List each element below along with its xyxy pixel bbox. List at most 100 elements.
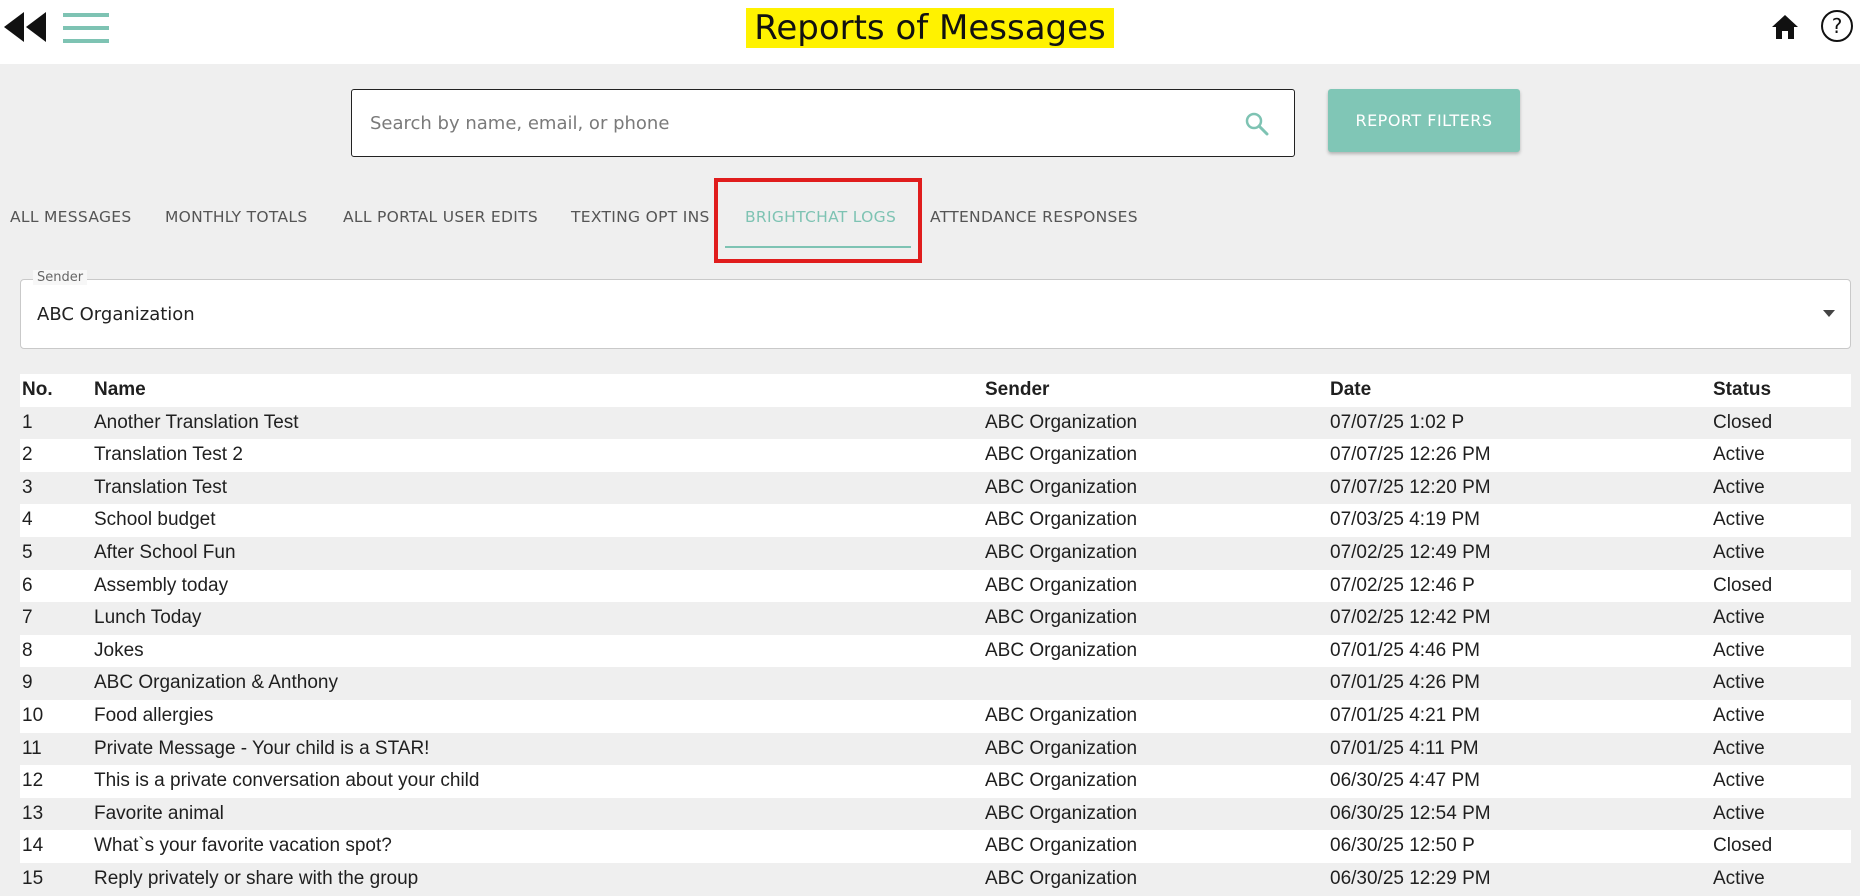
row-number: 2 <box>22 444 33 466</box>
message-sender: ABC Organization <box>985 835 1138 857</box>
row-number: 12 <box>22 770 44 792</box>
message-status: Active <box>1713 704 1765 726</box>
message-sender: ABC Organization <box>985 737 1138 759</box>
tab-texting-opt-ins[interactable]: TEXTING OPT INS <box>571 196 710 246</box>
message-sender: ABC Organization <box>985 411 1138 433</box>
message-status: Active <box>1713 672 1765 694</box>
message-status: Active <box>1713 737 1765 759</box>
message-name: Another Translation Test <box>94 411 299 433</box>
row-number: 10 <box>22 704 44 726</box>
tab-all-messages[interactable]: ALL MESSAGES <box>10 196 132 246</box>
row-number: 5 <box>22 541 33 563</box>
row-number: 3 <box>22 476 33 498</box>
message-date: 07/07/25 12:26 PM <box>1330 444 1491 466</box>
message-status: Active <box>1713 770 1765 792</box>
tab-monthly-totals[interactable]: MONTHLY TOTALS <box>165 196 307 246</box>
row-number: 4 <box>22 509 33 531</box>
row-number: 14 <box>22 835 44 857</box>
messages-table: No. Name Sender Date Status 1 Another Tra… <box>20 374 1851 896</box>
message-status: Active <box>1713 607 1765 629</box>
help-circle-icon[interactable]: ? <box>1820 9 1854 43</box>
message-sender: ABC Organization <box>985 802 1138 824</box>
message-date: 07/02/25 12:49 PM <box>1330 541 1491 563</box>
message-date: 07/07/25 1:02 P <box>1330 411 1465 433</box>
message-name: Food allergies <box>94 704 214 726</box>
message-date: 06/30/25 12:54 PM <box>1330 802 1491 824</box>
table-row[interactable]: 5 After School Fun ABC Organization 07/02/2… <box>20 537 1851 570</box>
report-filters-button[interactable]: REPORT FILTERS <box>1328 89 1520 152</box>
table-row[interactable]: 14 What`s your favorite vacation spot? ABC… <box>20 830 1851 863</box>
message-status: Active <box>1713 476 1765 498</box>
top-bar: Reports of Messages ? <box>0 0 1860 64</box>
page-title: Reports of Messages <box>746 8 1114 48</box>
caret-down-icon[interactable] <box>1823 310 1835 317</box>
table-row[interactable]: 4 School budget ABC Organization 07/03/25 4… <box>20 504 1851 537</box>
table-row[interactable]: 6 Assembly today ABC Organization 07/02/25 … <box>20 569 1851 603</box>
message-date: 07/02/25 12:46 P <box>1330 574 1475 596</box>
message-date: 07/01/25 4:46 PM <box>1330 639 1480 661</box>
search-input[interactable] <box>368 90 1232 157</box>
column-header-no[interactable]: No. <box>22 374 53 407</box>
sender-value: ABC Organization <box>37 304 195 325</box>
search-box <box>351 89 1295 157</box>
search-icon[interactable] <box>1242 109 1272 139</box>
message-status: Closed <box>1713 411 1773 433</box>
message-status: Active <box>1713 639 1765 661</box>
message-name: Favorite animal <box>94 802 224 824</box>
table-row[interactable]: 12 This is a private conversation about y… <box>20 765 1851 798</box>
row-number: 6 <box>22 574 33 596</box>
message-status: Active <box>1713 444 1765 466</box>
message-name: Lunch Today <box>94 607 202 629</box>
message-date: 06/30/25 12:50 P <box>1330 835 1475 857</box>
table-row[interactable]: 7 Lunch Today ABC Organization 07/02/25 12:… <box>20 602 1851 635</box>
sender-label: Sender <box>33 270 88 285</box>
table-row[interactable]: 13 Favorite animal ABC Organization 06/30/2… <box>20 798 1851 831</box>
message-name: Translation Test <box>94 476 228 498</box>
message-date: 07/01/25 4:21 PM <box>1330 704 1480 726</box>
column-header-status[interactable]: Status <box>1713 374 1771 407</box>
table-row[interactable]: 3 Translation Test ABC Organization 07/07/2… <box>20 472 1851 505</box>
message-sender: ABC Organization <box>985 476 1138 498</box>
message-name: After School Fun <box>94 541 236 563</box>
table-row[interactable]: 1 Another Translation Test ABC Organizatio… <box>20 407 1851 440</box>
message-name: What`s your favorite vacation spot? <box>94 835 392 857</box>
column-header-sender[interactable]: Sender <box>985 374 1049 407</box>
message-name: Translation Test 2 <box>94 444 243 466</box>
table-row[interactable]: 8 Jokes ABC Organization 07/01/25 4:46 PM Ac… <box>20 634 1851 668</box>
message-name: Assembly today <box>94 574 229 596</box>
message-status: Active <box>1713 509 1765 531</box>
table-row[interactable]: 10 Food allergies ABC Organization 07/01/25… <box>20 699 1851 733</box>
message-sender: ABC Organization <box>985 639 1138 661</box>
message-date: 07/03/25 4:19 PM <box>1330 509 1480 531</box>
table-row[interactable]: 11 Private Message - Your child is a STAR… <box>20 733 1851 766</box>
row-number: 1 <box>22 411 33 433</box>
row-number: 8 <box>22 639 33 661</box>
message-sender: ABC Organization <box>985 444 1138 466</box>
message-date: 07/01/25 4:26 PM <box>1330 672 1480 694</box>
table-row[interactable]: 2 Translation Test 2 ABC Organization 07/07… <box>20 439 1851 472</box>
message-status: Active <box>1713 541 1765 563</box>
message-status: Closed <box>1713 574 1773 596</box>
message-sender: ABC Organization <box>985 704 1138 726</box>
tab-attendance-responses[interactable]: ATTENDANCE RESPONSES <box>930 196 1138 246</box>
message-date: 06/30/25 4:47 PM <box>1330 770 1480 792</box>
message-name: Jokes <box>94 639 144 661</box>
sender-select[interactable]: Sender ABC Organization <box>20 270 1851 349</box>
row-number: 7 <box>22 607 33 629</box>
column-header-date[interactable]: Date <box>1330 374 1371 407</box>
tab-all-portal-user-edits[interactable]: ALL PORTAL USER EDITS <box>343 196 538 246</box>
message-name: ABC Organization & Anthony <box>94 672 338 694</box>
message-sender: ABC Organization <box>985 770 1138 792</box>
message-status: Active <box>1713 802 1765 824</box>
message-date: 07/01/25 4:11 PM <box>1330 737 1479 759</box>
home-icon[interactable] <box>1770 12 1800 42</box>
message-name: Private Message - Your child is a STAR! <box>94 737 430 759</box>
message-name: School budget <box>94 509 216 531</box>
row-number: 11 <box>22 737 42 759</box>
message-date: 07/02/25 12:42 PM <box>1330 607 1491 629</box>
message-date: 07/07/25 12:20 PM <box>1330 476 1491 498</box>
column-header-name[interactable]: Name <box>94 374 146 407</box>
table-row[interactable]: 9 ABC Organization & Anthony 07/01/25 4:26… <box>20 667 1851 700</box>
message-sender: ABC Organization <box>985 509 1138 531</box>
message-status: Closed <box>1713 835 1773 857</box>
